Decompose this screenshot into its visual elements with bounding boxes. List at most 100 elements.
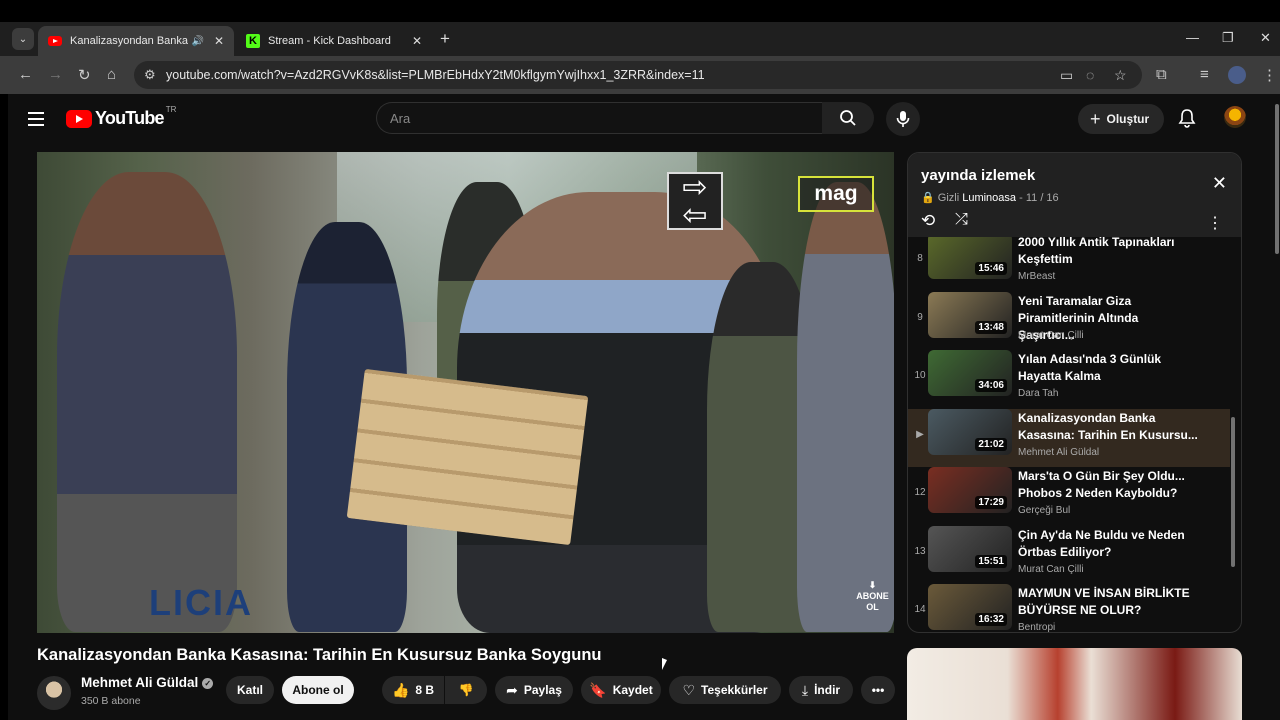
search-button[interactable] [822,102,874,134]
tab-search-button[interactable]: ⌄ [12,28,34,50]
playlist-item-channel: MrBeast [1018,271,1056,282]
video-thumbnail[interactable]: 15:51 [928,525,1012,572]
browser-menu-icon[interactable]: ⋮ [1262,66,1277,84]
scrollbar-thumb[interactable] [1275,104,1279,254]
create-button[interactable]: + Oluştur [1078,104,1164,134]
playlist-panel: yayında izlemek 🔒 Gizli Luminoasa - 11 /… [907,152,1242,633]
media-control-icon[interactable]: ≡ [1200,66,1209,83]
download-button[interactable]: ⤓ İndir [789,676,853,704]
video-thumbnail[interactable]: 34:06 [928,350,1012,396]
arrow-down-icon: ⬇ [868,580,877,590]
restore-icon[interactable]: ❐ [1222,30,1234,46]
new-tab-icon[interactable]: + [440,29,450,49]
playlist-item-title[interactable]: Çin Ay'da Ne Buldu ve Neden Örtbas Edili… [1018,527,1198,561]
reload-icon[interactable]: ↻ [78,66,91,84]
video-player[interactable]: ⇨ ⇦ LICIA mag ⬇ ABONE OL [37,152,894,633]
pizza-boxes [346,368,589,546]
shuffle-icon[interactable]: ⤮ [955,211,968,229]
address-bar[interactable]: ⚙ youtube.com/watch?v=Azd2RGVvK8s&list=P… [134,61,1142,89]
scrollbar-thumb[interactable] [1231,417,1235,567]
close-window-icon[interactable]: ✕ [1260,30,1271,46]
subscribe-watermark[interactable]: ⬇ ABONE OL [851,580,894,613]
playlist-item[interactable]: 12 17:29 Mars'ta O Gün Bir Şey Oldu... Pho… [908,467,1230,525]
playlist-item-title[interactable]: Mars'ta O Gün Bir Şey Oldu... Phobos 2 N… [1018,468,1198,502]
video-title: Kanalizasyondan Banka Kasasına: Tarihin … [37,646,602,664]
playlist-item-channel: Dara Tah [1018,388,1059,399]
notifications-button[interactable] [1178,108,1196,133]
browser-toolbar: ← → ↻ ⌂ ⚙ youtube.com/watch?v=Azd2RGVvK8… [0,56,1280,94]
subscribe-watermark-label: ABONE OL [856,591,889,612]
join-button[interactable]: Katıl [226,676,274,704]
close-icon[interactable]: ✕ [1212,173,1227,194]
playlist-index: 12 [914,487,926,498]
bookmark-star-icon[interactable]: ☆ [1114,67,1127,84]
bookmark-icon: 🔖 [589,681,607,698]
playlist-item[interactable]: 9 13:48 Yeni Taramalar Giza Piramitlerinin… [908,291,1230,350]
extensions-icon[interactable]: ⧉ [1156,66,1167,83]
minimize-icon[interactable]: — [1186,30,1199,45]
cast-icon[interactable]: ▭ [1060,67,1073,84]
tab-youtube[interactable]: Kanalizasyondan Banka Kas 🔊 ✕ [38,26,234,56]
menu-icon[interactable] [28,112,44,130]
channel-name-text: Mehmet Ali Güldal [81,675,199,690]
home-icon[interactable]: ⌂ [107,66,116,83]
voice-search-button[interactable] [886,102,920,136]
street-sign: ⇨ ⇦ [667,172,723,231]
profile-avatar[interactable] [1228,66,1246,84]
save-button[interactable]: 🔖 Kaydet [581,676,661,704]
playlist-item-title[interactable]: MAYMUN VE İNSAN BİRLİKTE BÜYÜRSE NE OLUR… [1018,585,1198,619]
playlist-index: 13 [914,545,926,557]
playlist-item-channel: Murat Can Çilli [1018,329,1084,341]
sidebar-ad-banner[interactable] [907,648,1242,720]
playlist-item[interactable]: 10 34:06 Yılan Adası'nda 3 Günlük Hayatta … [908,350,1230,408]
close-tab-icon[interactable]: ✕ [214,34,224,48]
speaker-icon[interactable]: 🔊 [192,36,204,47]
forward-icon[interactable]: → [48,66,63,83]
playlist-scrollbar[interactable] [1231,237,1237,632]
like-button[interactable]: 👍 8 B [382,676,444,704]
video-thumbnail[interactable]: 16:32 [928,584,1012,630]
page-scrollbar[interactable] [1274,94,1280,720]
more-vertical-icon[interactable]: ⋮ [1207,213,1223,233]
duration-badge: 17:29 [975,496,1007,509]
playlist-item[interactable]: 8 15:46 2000 Yıllık Antik Tapınakları Keşf… [908,237,1230,291]
account-avatar[interactable] [1224,106,1246,128]
loop-icon[interactable]: ⟲ [921,211,935,231]
site-info-icon[interactable]: ⚙ [144,67,156,83]
tab-kick[interactable]: K Stream - Kick Dashboard ✕ [236,26,432,56]
playlist-item-title[interactable]: Kanalizasyondan Banka Kasasına: Tarihin … [1018,410,1198,444]
eye-off-icon[interactable]: ◌ [1086,67,1094,83]
playlist-item-title[interactable]: Yılan Adası'nda 3 Günlük Hayatta Kalma [1018,351,1198,385]
separator: - [1019,192,1026,204]
video-person [797,182,894,632]
more-actions-button[interactable]: ••• [861,676,895,704]
playlist-owner[interactable]: Luminoasa [962,192,1016,204]
back-icon[interactable]: ← [18,66,33,83]
subscribe-button[interactable]: Abone ol [282,676,354,704]
plus-icon: + [1090,108,1101,129]
video-thumbnail[interactable]: 21:02 [928,408,1012,455]
video-thumbnail[interactable]: 17:29 [928,467,1012,513]
video-thumbnail[interactable]: 13:48 [928,291,1012,338]
playlist-title[interactable]: yayında izlemek [921,167,1035,184]
thumbs-down-icon: 👎 [458,683,474,697]
playlist-item[interactable]: 14 16:32 MAYMUN VE İNSAN BİRLİKTE BÜYÜRSE … [908,584,1230,632]
tab-title: Kanalizasyondan Banka Kas [70,35,190,47]
youtube-page: YouTube TR Ara + Oluştur ⇨ ⇦ LICIA mag ⬇ A… [8,94,1274,720]
youtube-logo[interactable]: YouTube TR [66,105,176,129]
video-person [57,172,237,632]
share-label: Paylaş [523,683,562,697]
playlist-item-title[interactable]: 2000 Yıllık Antik Tapınakları Keşfettim [1018,237,1198,268]
video-thumbnail[interactable]: 15:46 [928,237,1012,279]
search-input[interactable]: Ara [376,102,822,134]
share-button[interactable]: ➦ Paylaş [495,676,573,704]
channel-avatar[interactable] [37,676,71,710]
channel-name[interactable]: Mehmet Ali Güldal ✓ [81,675,214,690]
playlist-item[interactable]: ▶ 21:02 Kanalizasyondan Banka Kasasına: Ta… [908,408,1230,467]
playlist-index: 9 [917,311,923,323]
playlist-item[interactable]: 13 15:51 Çin Ay'da Ne Buldu ve Neden Örtba… [908,525,1230,584]
close-tab-icon[interactable]: ✕ [412,34,422,48]
microphone-icon [896,111,910,127]
thanks-button[interactable]: ♡ Teşekkürler [669,676,781,704]
dislike-button[interactable]: 👎 [445,676,487,704]
